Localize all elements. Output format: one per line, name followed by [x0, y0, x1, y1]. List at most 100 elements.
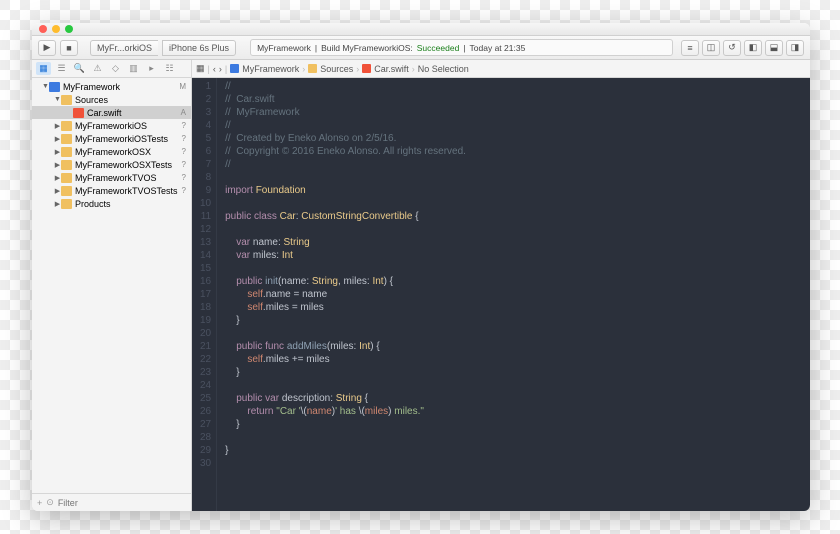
content-area: ▦ ☰ 🔍 ⚠ ◇ ▥ ▸ ☷ ▼ MyFramework M ▼: [32, 60, 810, 511]
project-navigator-tab[interactable]: ▦: [36, 62, 51, 75]
tree-folder[interactable]: ▶MyFrameworkTVOSTests?: [32, 184, 191, 197]
breakpoint-navigator-tab[interactable]: ▸: [144, 62, 159, 75]
related-items-icon[interactable]: ▦: [196, 63, 205, 74]
chevron-right-icon: ›: [412, 64, 415, 74]
folder-icon: [61, 160, 72, 170]
run-button[interactable]: ▶: [38, 40, 56, 56]
tree-label: Car.swift: [87, 108, 122, 118]
filter-icon: ⊙: [46, 497, 54, 508]
tree-label: MyFrameworkiOSTests: [75, 134, 168, 144]
status-time: Today at 21:35: [470, 43, 526, 53]
minimize-button[interactable]: [52, 25, 60, 33]
add-icon[interactable]: +: [37, 498, 42, 508]
stop-button[interactable]: ■: [60, 40, 78, 56]
toggle-navigator-button[interactable]: ◧: [744, 40, 762, 56]
scm-status: ?: [182, 121, 186, 130]
scm-status: M: [179, 82, 186, 91]
back-button[interactable]: ‹: [213, 64, 216, 74]
tree-label: MyFrameworkOSXTests: [75, 160, 172, 170]
disclosure-triangle-icon[interactable]: ▶: [54, 200, 61, 208]
jump-file: Car.swift: [374, 64, 409, 74]
tree-label: MyFrameworkiOS: [75, 121, 147, 131]
jump-project: MyFramework: [242, 64, 299, 74]
scheme-target-label: MyFr...orkiOS: [97, 43, 152, 53]
scm-status: ?: [182, 173, 186, 182]
scm-status: A: [181, 108, 186, 117]
scm-status: ?: [182, 160, 186, 169]
project-icon: [49, 82, 60, 92]
tree-label: MyFrameworkOSX: [75, 147, 151, 157]
folder-icon: [61, 147, 72, 157]
chevron-right-icon: ›: [302, 64, 305, 74]
swift-file-icon: [362, 64, 371, 73]
forward-button[interactable]: ›: [219, 64, 222, 74]
jump-bar[interactable]: ▦ | ‹ › | MyFramework › Sources › Car.sw…: [192, 60, 810, 78]
test-navigator-tab[interactable]: ◇: [108, 62, 123, 75]
tree-folder[interactable]: ▶ Products: [32, 197, 191, 210]
xcode-window: ▶ ■ MyFr...orkiOS iPhone 6s Plus MyFrame…: [32, 23, 810, 511]
navigator-filter-bar: + ⊙: [32, 493, 191, 511]
tree-folder[interactable]: ▶ MyFrameworkOSX?: [32, 145, 191, 158]
tree-label: MyFramework: [63, 82, 120, 92]
disclosure-triangle-icon[interactable]: ▶: [54, 187, 61, 195]
tree-folder[interactable]: ▶ MyFrameworkOSXTests?: [32, 158, 191, 171]
activity-viewer[interactable]: MyFramework | Build MyFrameworkiOS: Succ…: [250, 39, 673, 56]
toggle-debug-button[interactable]: ⬓: [765, 40, 783, 56]
tree-folder[interactable]: ▶ MyFrameworkiOS?: [32, 119, 191, 132]
swift-file-icon: [73, 108, 84, 118]
folder-icon: [308, 64, 317, 73]
toolbar: ▶ ■ MyFr...orkiOS iPhone 6s Plus MyFrame…: [32, 36, 810, 60]
status-result: Succeeded: [417, 43, 460, 53]
tree-folder[interactable]: ▶ MyFrameworkTVOS?: [32, 171, 191, 184]
project-tree[interactable]: ▼ MyFramework M ▼ Sources Car.swift A ▶M…: [32, 78, 191, 493]
tree-folder-sources[interactable]: ▼ Sources: [32, 93, 191, 106]
scm-status: ?: [182, 186, 186, 195]
status-sep: |: [463, 43, 465, 53]
folder-icon: [61, 95, 72, 105]
disclosure-triangle-icon[interactable]: ▼: [42, 83, 49, 90]
folder-icon: [61, 199, 72, 209]
toggle-inspector-button[interactable]: ◨: [786, 40, 804, 56]
zoom-button[interactable]: [65, 25, 73, 33]
editor-area: ▦ | ‹ › | MyFramework › Sources › Car.sw…: [192, 60, 810, 511]
tree-label: Products: [75, 199, 111, 209]
editor-assistant-button[interactable]: ◫: [702, 40, 720, 56]
navigator: ▦ ☰ 🔍 ⚠ ◇ ▥ ▸ ☷ ▼ MyFramework M ▼: [32, 60, 192, 511]
status-project: MyFramework: [257, 43, 311, 53]
tree-label: MyFrameworkTVOS: [75, 173, 157, 183]
scm-status: ?: [182, 147, 186, 156]
disclosure-triangle-icon[interactable]: ▶: [54, 135, 61, 143]
jump-selection: No Selection: [418, 64, 469, 74]
disclosure-triangle-icon[interactable]: ▶: [54, 122, 61, 130]
debug-navigator-tab[interactable]: ▥: [126, 62, 141, 75]
issue-navigator-tab[interactable]: ⚠: [90, 62, 105, 75]
tree-file-car-swift[interactable]: Car.swift A: [32, 106, 191, 119]
source-editor[interactable]: 1234567891011121314151617181920212223242…: [192, 78, 810, 511]
source-code[interactable]: //// Car.swift// MyFramework//// Created…: [217, 78, 474, 511]
close-button[interactable]: [39, 25, 47, 33]
scheme-selector[interactable]: MyFr...orkiOS iPhone 6s Plus: [84, 40, 242, 56]
scheme-device-label: iPhone 6s Plus: [169, 43, 229, 53]
editor-version-button[interactable]: ↺: [723, 40, 741, 56]
disclosure-triangle-icon[interactable]: ▼: [54, 96, 61, 103]
project-icon: [230, 64, 239, 73]
find-navigator-tab[interactable]: 🔍: [72, 62, 87, 75]
line-gutter[interactable]: 1234567891011121314151617181920212223242…: [192, 78, 217, 511]
editor-standard-button[interactable]: ≡: [681, 40, 699, 56]
tree-folder[interactable]: ▶ MyFrameworkiOSTests?: [32, 132, 191, 145]
filter-input[interactable]: [58, 498, 186, 508]
disclosure-triangle-icon[interactable]: ▶: [54, 148, 61, 156]
disclosure-triangle-icon[interactable]: ▶: [54, 161, 61, 169]
status-action: Build MyFrameworkiOS:: [321, 43, 413, 53]
status-sep: |: [315, 43, 317, 53]
report-navigator-tab[interactable]: ☷: [162, 62, 177, 75]
tree-project-root[interactable]: ▼ MyFramework M: [32, 80, 191, 93]
scm-status: ?: [182, 134, 186, 143]
symbol-navigator-tab[interactable]: ☰: [54, 62, 69, 75]
jump-folder: Sources: [320, 64, 353, 74]
folder-icon: [61, 173, 72, 183]
folder-icon: [61, 186, 72, 196]
folder-icon: [61, 121, 72, 131]
folder-icon: [61, 134, 72, 144]
disclosure-triangle-icon[interactable]: ▶: [54, 174, 61, 182]
